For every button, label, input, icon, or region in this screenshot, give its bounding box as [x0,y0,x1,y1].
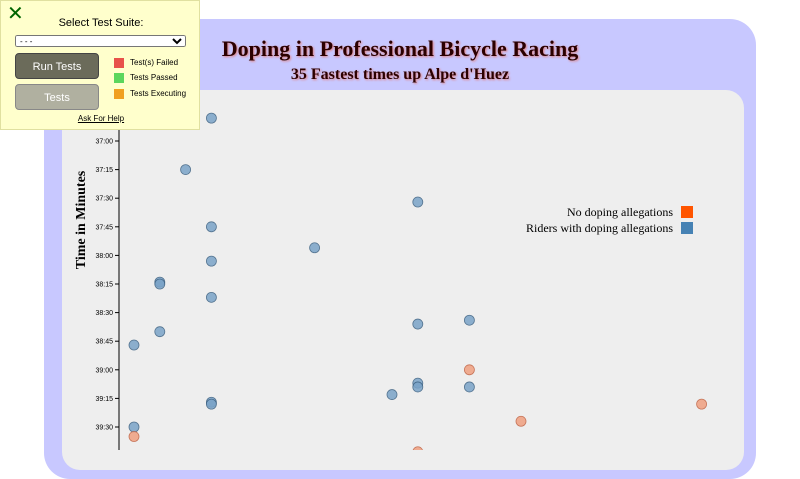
data-point [205,291,217,303]
y-tick-label: 38:45 [95,339,113,346]
data-point [463,364,475,376]
data-point [696,398,707,410]
status-passed: Tests Passed [114,73,178,85]
data-point [463,314,475,326]
status-executing-label: Tests Executing [130,89,187,99]
data-point [128,339,140,351]
legend-label: Riders with doping allegations [526,221,673,235]
executing-swatch [114,89,124,99]
data-point [128,421,140,433]
y-tick-label: 39:30 [95,425,113,432]
data-point [309,242,321,254]
data-point [412,318,424,330]
data-point [205,112,217,124]
y-axis: 37:00 37:15 37:30 37:45 38:00 38:15 38:30 38:45… [95,100,120,450]
test-suite-select[interactable]: - - - [15,35,186,47]
data-point [205,255,217,267]
data-point [412,381,424,393]
suite-label: Select Test Suite: [58,17,144,29]
data-point [154,278,166,290]
failed-swatch [114,58,124,68]
data-point [386,389,398,400]
data-point [205,221,217,233]
y-tick-label: 38:15 [95,282,113,289]
y-axis-label: Time in Minutes [74,170,89,269]
passed-swatch [114,73,124,83]
status-executing: Tests Executing [114,89,186,101]
data-point [463,381,475,393]
y-tick-label: 38:30 [95,310,113,317]
legend-swatch [681,206,693,218]
status-failed: Test(s) Failed [114,58,178,70]
y-tick-label: 37:45 [95,224,113,231]
y-tick-label: 38:00 [95,253,113,260]
status-passed-label: Tests Passed [130,73,178,83]
test-suite-panel: ✕ Select Test Suite: - - - Run Tests Tes… [0,0,200,130]
data-point [128,431,140,442]
y-tick-label: 39:15 [95,396,113,403]
data-point [412,196,424,208]
y-tick-label: 37:30 [95,196,113,203]
data-point [154,326,166,338]
data-point [515,415,527,427]
data-point [180,164,192,176]
y-tick-label: 37:00 [95,139,113,146]
ask-for-help-link[interactable]: Ask For Help [1,114,201,123]
run-tests-button[interactable]: Run Tests [15,53,99,79]
data-point [205,398,217,410]
legend: No doping allegations Riders with doping … [526,205,693,235]
data-points [128,112,707,450]
status-failed-label: Test(s) Failed [130,58,179,68]
y-tick-label: 37:15 [95,167,113,174]
tests-button[interactable]: Tests [15,84,99,110]
legend-swatch [681,222,693,234]
y-tick-label: 39:00 [95,367,113,374]
legend-label: No doping allegations [567,205,673,219]
